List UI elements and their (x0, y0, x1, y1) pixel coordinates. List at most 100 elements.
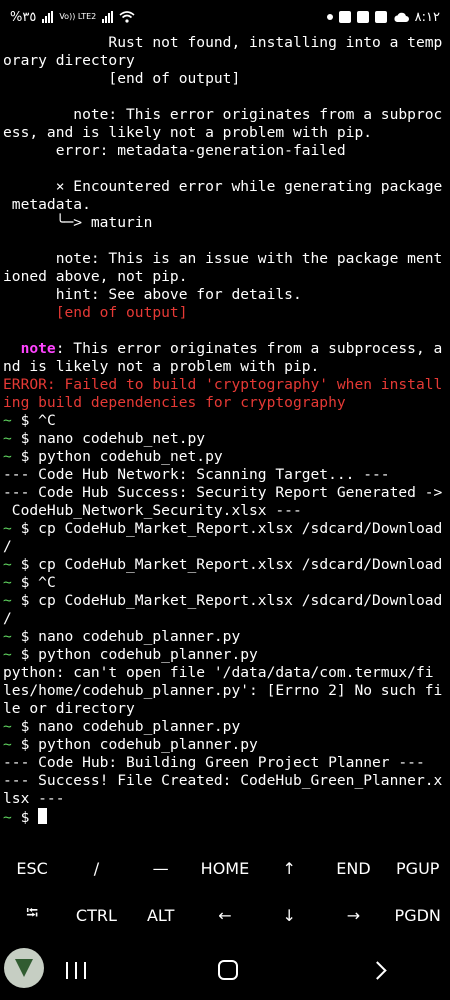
terminal-line: --- Success! File Created: CodeHub_Green… (3, 772, 447, 790)
terminal-line: CodeHub_Network_Security.xlsx --- (3, 502, 447, 520)
terminal-text: $ nano codehub_planner.py (11, 718, 241, 735)
terminal-line: ~ $ nano codehub_planner.py (3, 628, 447, 646)
status-bar: %٣٥ Vo)) LTE2 ٨:١٢ (0, 0, 450, 34)
battery-percentage: %٣٥ (10, 9, 37, 25)
terminal-line: ╰─> maturin (3, 214, 447, 232)
terminal-line: / (3, 610, 447, 628)
signal-strength-icon (42, 11, 54, 23)
terminal-line: ~ $ python codehub_planner.py (3, 646, 447, 664)
key-home[interactable]: HOME (193, 845, 257, 892)
terminal-line: hint: See above for details. (3, 286, 447, 304)
terminal-text: / (3, 538, 12, 555)
terminal-text: note: This error originates from a subpr… (3, 106, 443, 123)
notification-dot-icon (326, 14, 333, 20)
terminal-text: CodeHub_Network_Security.xlsx --- (3, 502, 302, 519)
watermark-logo (4, 948, 44, 988)
back-button[interactable] (368, 960, 387, 980)
terminal-text: $ nano codehub_net.py (11, 430, 206, 447)
key-pgup[interactable]: PGUP (386, 845, 450, 892)
terminal-text: [end of output] (3, 70, 241, 87)
terminal-text: les/home/codehub_planner.py': [Errno 2] … (3, 682, 443, 699)
terminal-line: ERROR: Failed to build 'cryptography' wh… (3, 376, 447, 394)
terminal-line: nd is likely not a problem with pip. (3, 358, 447, 376)
terminal-line: note: This error originates from a subpr… (3, 340, 447, 358)
logo-icon (15, 959, 33, 977)
terminal-text: --- Code Hub: Building Green Project Pla… (3, 754, 425, 771)
key-right[interactable]: → (321, 892, 385, 939)
key-slash[interactable]: / (64, 845, 128, 892)
key-esc[interactable]: ESC (0, 845, 64, 892)
recents-button[interactable] (66, 961, 87, 979)
prompt-tilde: ~ (3, 736, 12, 753)
terminal-text: / (3, 610, 12, 627)
error-text: ing build dependencies for cryptography (3, 394, 346, 411)
extra-keys-bar: ESC / — HOME ↑ END PGUP ⭾ CTRL ALT ← ↓ → PGDN (0, 845, 450, 940)
terminal-line: ~ $ cp CodeHub_Market_Report.xlsx /sdcar… (3, 592, 447, 610)
navigation-bar (0, 940, 450, 1000)
terminal-line: note: This error originates from a subpr… (3, 106, 447, 124)
home-button[interactable] (218, 960, 239, 980)
extra-keys-row-2: ⭾ CTRL ALT ← ↓ → PGDN (0, 892, 450, 939)
key-ctrl[interactable]: CTRL (64, 892, 128, 939)
facebook-icon (338, 11, 351, 23)
terminal-line: ~ $ nano codehub_planner.py (3, 718, 447, 736)
cloud-icon (393, 12, 409, 23)
prompt-tilde: ~ (3, 448, 12, 465)
terminal-line: ing build dependencies for cryptography (3, 394, 447, 412)
key-end[interactable]: END (321, 845, 385, 892)
key-tab[interactable]: ⭾ (0, 892, 64, 939)
terminal-line: ~ $ python codehub_planner.py (3, 736, 447, 754)
prompt-tilde: ~ (3, 718, 12, 735)
prompt-tilde: ~ (3, 646, 12, 663)
terminal-text: metadata. (3, 196, 91, 213)
message-icon (356, 11, 369, 23)
prompt-tilde: ~ (3, 592, 12, 609)
terminal-line: metadata. (3, 196, 447, 214)
terminal-text: error: metadata-generation-failed (3, 142, 346, 159)
terminal-text: nd is likely not a problem with pip. (3, 358, 320, 375)
terminal-text: --- Code Hub Success: Security Report Ge… (3, 484, 443, 501)
terminal-text: $ nano codehub_planner.py (11, 628, 241, 645)
terminal-text: $ python codehub_planner.py (11, 646, 258, 663)
terminal-line: ~ $ python codehub_net.py (3, 448, 447, 466)
terminal-text: $ cp CodeHub_Market_Report.xlsx /sdcard/… (11, 592, 443, 609)
terminal-text: ess, and is likely not a problem with pi… (3, 124, 373, 141)
terminal-text: --- Success! File Created: CodeHub_Green… (3, 772, 443, 789)
prompt-tilde: ~ (3, 430, 12, 447)
terminal-line: [end of output] (3, 70, 447, 88)
prompt-tilde: ~ (3, 556, 12, 573)
terminal-text: $ python codehub_net.py (11, 448, 223, 465)
prompt-tilde: ~ (3, 574, 12, 591)
key-up[interactable]: ↑ (257, 845, 321, 892)
key-left[interactable]: ← (193, 892, 257, 939)
prompt-tilde: ~ (3, 412, 12, 429)
prompt-tilde: ~ (3, 809, 12, 826)
terminal-line: error: metadata-generation-failed (3, 142, 447, 160)
terminal-text: orary directory (3, 52, 135, 69)
key-dash[interactable]: — (129, 845, 193, 892)
key-down[interactable]: ↓ (257, 892, 321, 939)
status-bar-left: %٣٥ Vo)) LTE2 (10, 10, 135, 25)
terminal-text: --- Code Hub Network: Scanning Target...… (3, 466, 390, 483)
error-text: ERROR: Failed to build 'cryptography' wh… (3, 376, 443, 393)
terminal-text: $ (11, 809, 39, 826)
volte-lte-label: Vo)) LTE2 (59, 12, 97, 21)
clock: ٨:١٢ (414, 9, 440, 25)
terminal-output[interactable]: Rust not found, installing into a temp or… (3, 34, 447, 834)
key-alt[interactable]: ALT (129, 892, 193, 939)
terminal-line: Rust not found, installing into a temp (3, 34, 447, 52)
terminal-text: : This error originates from a subproces… (55, 340, 443, 357)
terminal-text: $ python codehub_planner.py (11, 736, 258, 753)
terminal-text: hint: See above for details. (3, 286, 302, 303)
gallery-icon (374, 11, 387, 23)
terminal-cursor (38, 808, 48, 824)
terminal-line: ioned above, not pip. (3, 268, 447, 286)
terminal-line: ~ $ ^C (3, 574, 447, 592)
terminal-text: × Encountered error while generating pac… (3, 178, 443, 195)
terminal-line: le or directory (3, 700, 447, 718)
note-label: note (20, 340, 56, 357)
key-pgdn[interactable]: PGDN (386, 892, 450, 939)
terminal-line: --- Code Hub Success: Security Report Ge… (3, 484, 447, 502)
